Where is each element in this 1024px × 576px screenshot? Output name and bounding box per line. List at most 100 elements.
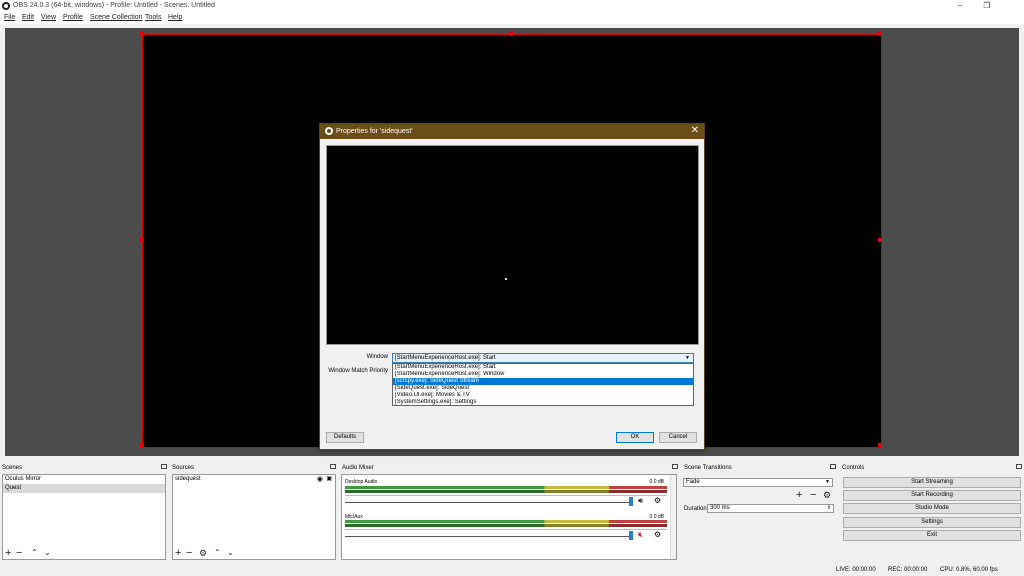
dropdown-option[interactable]: [Video.UI.exe]: Movies & TV <box>393 392 693 399</box>
start-recording-button[interactable]: Start Recording <box>843 490 1021 501</box>
dropdown-option[interactable]: [StartMenuExperienceHost.exe]: Start <box>393 364 693 371</box>
window-match-priority-label: Window Match Priority <box>328 368 388 374</box>
transition-value: Fade <box>686 479 700 485</box>
volume-meter <box>345 490 667 493</box>
duration-input[interactable]: 300 ms ⇕ <box>707 504 834 513</box>
remove-icon[interactable]: − <box>186 548 192 559</box>
cpu-fps: CPU: 0.8%, 60.00 fps <box>940 567 998 573</box>
close-icon[interactable]: ✕ <box>691 126 699 136</box>
dialog-title-bar: Properties for 'sidequest' ✕ <box>320 124 704 139</box>
controls-title: Controls <box>842 465 865 471</box>
studio-mode-button[interactable]: Studio Mode <box>843 503 1021 514</box>
volume-slider[interactable] <box>345 502 630 503</box>
menu-view[interactable]: View <box>41 14 56 21</box>
track-name: Desktop Audio <box>345 479 378 485</box>
remove-icon[interactable]: − <box>810 490 816 501</box>
meter-scale <box>345 495 667 497</box>
resize-handle[interactable] <box>509 32 513 36</box>
duration-label: Duration <box>684 506 707 512</box>
start-streaming-button[interactable]: Start Streaming <box>843 477 1021 488</box>
status-bar: LIVE: 00:00:00 REC: 00:00:00 CPU: 0.8%, … <box>0 564 1024 576</box>
window-select-value: [StartMenuExperienceHost.exe]: Start <box>395 355 496 361</box>
undock-icon[interactable] <box>830 464 836 469</box>
window-label: Window <box>366 354 388 360</box>
scene-transitions-title: Scene Transitions <box>684 465 732 471</box>
resize-handle[interactable] <box>140 238 144 242</box>
menu-file[interactable]: File <box>4 14 15 21</box>
move-down-icon[interactable]: ⌄ <box>227 548 234 558</box>
eye-icon[interactable]: ◉ <box>317 475 323 484</box>
transition-select[interactable]: Fade ▼ <box>683 478 833 487</box>
move-down-icon[interactable]: ⌄ <box>44 548 51 558</box>
defaults-button[interactable]: Defaults <box>326 432 364 443</box>
add-icon[interactable]: + <box>5 548 11 559</box>
undock-icon[interactable] <box>1016 464 1022 469</box>
add-icon[interactable]: + <box>175 548 181 559</box>
menu-tools[interactable]: Tools <box>145 14 161 21</box>
chevron-down-icon: ▼ <box>825 479 830 485</box>
dropdown-option[interactable]: [SystemSettings.exe]: Settings <box>393 399 693 406</box>
menu-bar: File Edit View Profile Scene Collection … <box>0 12 1024 24</box>
menu-edit[interactable]: Edit <box>22 14 34 21</box>
resize-handle[interactable] <box>878 443 882 447</box>
obs-logo-icon <box>2 2 10 10</box>
undock-icon[interactable] <box>161 464 167 469</box>
scene-item-active[interactable]: Quest <box>3 484 165 493</box>
window-select[interactable]: [StartMenuExperienceHost.exe]: Start ▼ <box>392 353 694 363</box>
meter-scale <box>345 529 667 531</box>
resize-handle[interactable] <box>878 32 882 36</box>
exit-button[interactable]: Exit <box>843 530 1021 541</box>
dropdown-option[interactable]: [StartMenuExperienceHost.exe]: Window <box>393 371 693 378</box>
duration-value: 300 ms <box>710 505 730 511</box>
ok-button[interactable]: OK <box>616 432 654 443</box>
add-icon[interactable]: + <box>796 490 802 501</box>
scenes-list[interactable]: Oculus Mirror Quest <box>2 474 166 560</box>
gear-icon[interactable]: ⚙ <box>654 531 661 539</box>
audio-mixer-title: Audio Mixer <box>342 465 374 471</box>
dropdown-option[interactable]: [SideQuest.exe]: SideQuest <box>393 385 693 392</box>
mixer-scrollbar[interactable] <box>670 475 676 559</box>
dropdown-option-selected[interactable]: [scrcpy.exe]: SideQuest Stream <box>393 378 693 385</box>
move-up-icon[interactable]: ⌃ <box>31 548 38 558</box>
sources-title: Sources <box>172 465 195 471</box>
audio-mixer-panel: Desktop Audio 0.0 dB 🔊︎ ⚙ Mic/Aux 0.0 dB… <box>341 474 677 560</box>
resize-handle[interactable] <box>878 238 882 242</box>
gear-icon[interactable]: ⚙ <box>199 548 207 558</box>
window-title: OBS 24.0.3 (64-bit, windows) - Profile: … <box>13 2 215 9</box>
undock-icon[interactable] <box>330 464 336 469</box>
volume-meter <box>345 520 667 523</box>
volume-slider-handle[interactable] <box>629 531 633 540</box>
spinner-icon[interactable]: ⇕ <box>827 505 831 512</box>
speaker-muted-icon[interactable]: 🔇︎ <box>638 531 643 539</box>
window-dropdown-list[interactable]: [StartMenuExperienceHost.exe]: Start [St… <box>392 363 694 406</box>
cancel-button[interactable]: Cancel <box>659 432 697 443</box>
live-time: LIVE: 00:00:00 <box>836 567 876 573</box>
menu-scene-collection[interactable]: Scene Collection <box>90 14 143 21</box>
resize-handle[interactable] <box>140 443 144 447</box>
speaker-icon[interactable]: 🔊︎ <box>638 497 643 505</box>
obs-logo-icon <box>325 127 333 135</box>
volume-slider[interactable] <box>345 536 630 537</box>
minimize-button[interactable]: – <box>945 0 975 12</box>
volume-meter <box>345 524 667 527</box>
gear-icon[interactable]: ⚙ <box>654 497 661 505</box>
resize-handle[interactable] <box>140 32 144 36</box>
scene-item[interactable]: Oculus Mirror <box>3 475 165 484</box>
volume-slider-handle[interactable] <box>629 497 633 506</box>
menu-help[interactable]: Help <box>168 14 182 21</box>
remove-icon[interactable]: − <box>16 548 22 559</box>
undock-icon[interactable] <box>672 464 678 469</box>
source-item[interactable]: sidequest ◉ ▣ <box>173 475 335 484</box>
move-up-icon[interactable]: ⌃ <box>214 548 221 558</box>
maximize-button[interactable]: ❐ <box>972 0 1002 12</box>
scenes-title: Scenes <box>2 465 23 471</box>
settings-button[interactable]: Settings <box>843 517 1021 528</box>
lock-icon[interactable]: ▣ <box>326 475 332 484</box>
track-db: 0.0 dB <box>649 479 664 485</box>
rec-time: REC: 00:00:00 <box>888 567 928 573</box>
gear-icon[interactable]: ⚙ <box>823 490 831 500</box>
sources-list[interactable]: sidequest ◉ ▣ <box>172 474 336 560</box>
source-preview <box>326 145 699 345</box>
menu-profile[interactable]: Profile <box>63 14 83 21</box>
cursor-dot <box>505 278 507 280</box>
